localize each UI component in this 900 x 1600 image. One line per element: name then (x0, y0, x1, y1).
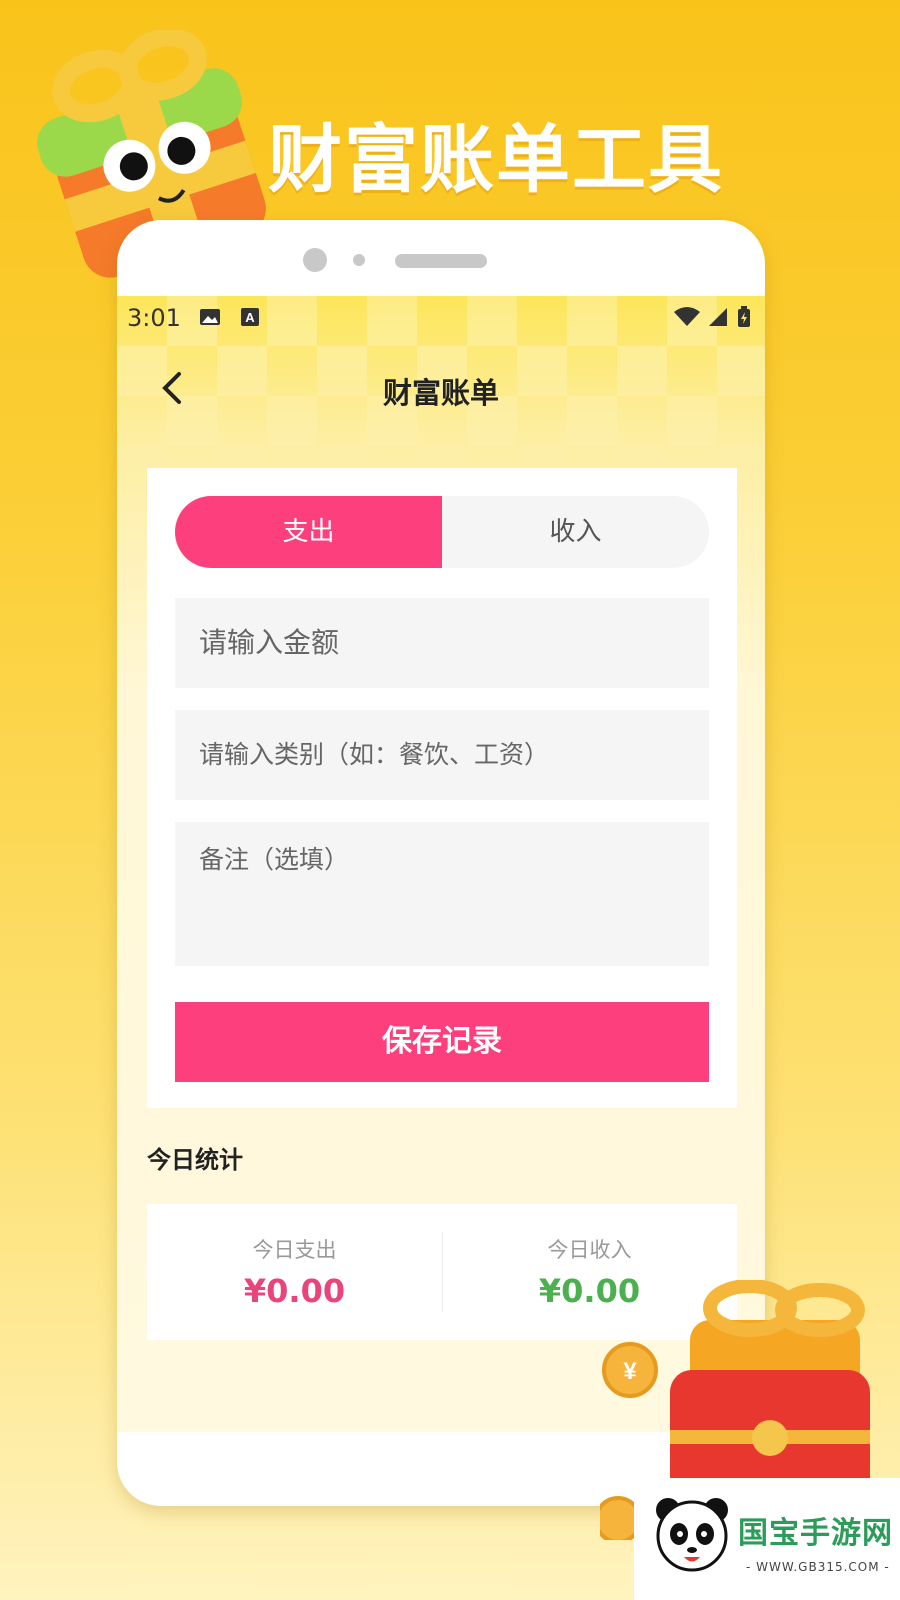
tab-income[interactable]: 收入 (442, 496, 709, 568)
category-input[interactable]: 请输入类别（如：餐饮、工资） (175, 710, 709, 800)
page-title: 财富账单 (382, 376, 499, 410)
expense-stat: 今日支出 ¥0.00 (147, 1204, 442, 1340)
wifi-icon (674, 307, 700, 326)
income-label: 今日收入 (547, 1238, 632, 1262)
svg-text:¥: ¥ (623, 1358, 637, 1385)
save-record-button[interactable]: 保存记录 (175, 1002, 709, 1082)
image-icon (200, 309, 220, 325)
speaker-grille (395, 254, 487, 268)
a-icon: A (241, 308, 259, 326)
site-watermark: 国宝手游网 - WWW.GB315.COM - (634, 1478, 900, 1600)
panda-logo-icon (656, 1498, 728, 1572)
battery-icon (738, 306, 750, 327)
watermark-url: - WWW.GB315.COM - (746, 1560, 890, 1574)
status-time: 3:01 (127, 304, 181, 332)
watermark-logo-text: 国宝手游网 (738, 1516, 893, 1551)
sensor-icon (353, 254, 365, 266)
expense-value: ¥0.00 (243, 1272, 346, 1310)
camera-icon (303, 248, 327, 272)
app-screen: 3:01 A 财富账单 支出 收入 请输入金额 请输入类别（如：餐饮、工资） 备… (117, 296, 765, 1432)
svg-text:A: A (245, 310, 255, 325)
type-segmented-control: 支出 收入 (175, 496, 709, 568)
amount-input[interactable]: 请输入金额 (175, 598, 709, 688)
note-textarea[interactable]: 备注（选填） (175, 822, 709, 966)
stats-heading: 今日统计 (147, 1146, 243, 1174)
status-bar: 3:01 A (117, 296, 765, 342)
expense-label: 今日支出 (252, 1238, 337, 1262)
record-form-card: 支出 收入 请输入金额 请输入类别（如：餐饮、工资） 备注（选填） 保存记录 (147, 468, 737, 1108)
signal-icon (709, 308, 727, 326)
tab-expense[interactable]: 支出 (175, 496, 442, 568)
banner-title: 财富账单工具 (268, 117, 724, 203)
